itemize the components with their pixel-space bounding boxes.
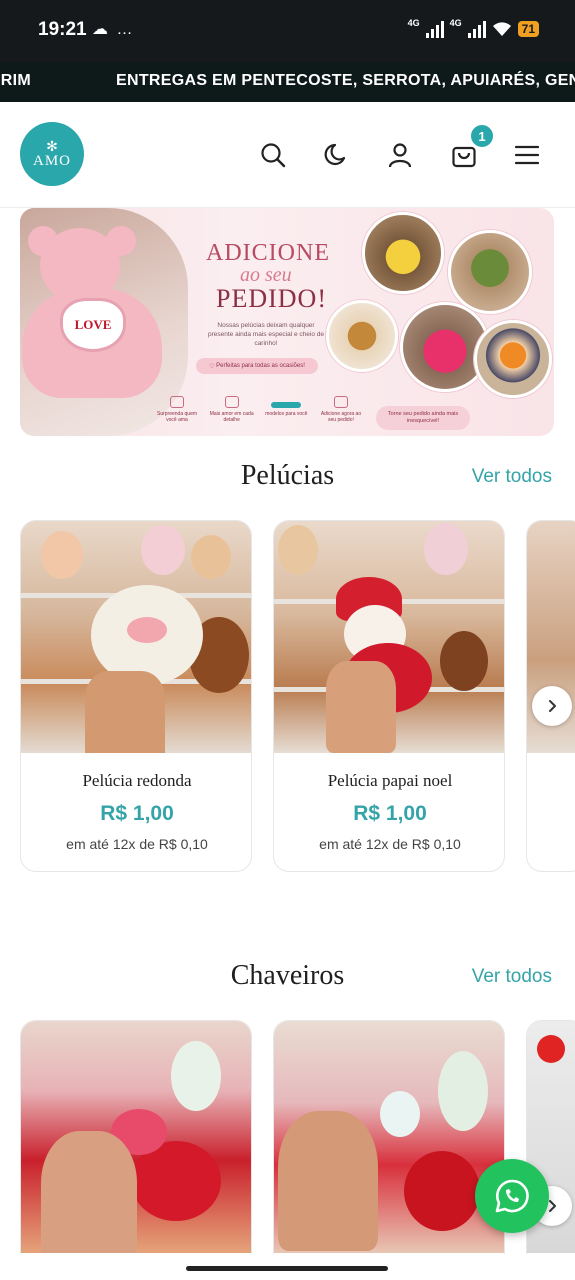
status-time: 19:21 bbox=[38, 19, 87, 40]
cart-count-badge: 1 bbox=[469, 123, 495, 149]
product-name: Pelúcia redonda bbox=[82, 771, 192, 790]
moon-icon[interactable] bbox=[324, 142, 350, 168]
product-card[interactable]: Pelúcia redonda R$ 1,00 em até 12x de R$… bbox=[20, 520, 252, 872]
menu-icon[interactable] bbox=[514, 142, 540, 168]
site-header: ✻ AMO 1 bbox=[0, 102, 575, 208]
product-installments: em até 12x de R$ 0,10 bbox=[66, 836, 208, 852]
banner-description: Nossas pelúcias deixam qualquer presente… bbox=[208, 322, 324, 347]
promo-banner[interactable]: LOVE ADICIONE ao seu PEDIDO! Nossas pelú… bbox=[20, 208, 554, 436]
dog-plush-image bbox=[326, 300, 398, 372]
whatsapp-icon bbox=[495, 1179, 529, 1213]
store-logo[interactable]: ✻ AMO bbox=[20, 122, 84, 186]
search-icon[interactable] bbox=[260, 142, 286, 168]
status-right: 4G 4G 71 bbox=[408, 18, 539, 38]
marquee-text: ENTREGAS EM PENTECOSTE, SERROTA, APUIARÉ… bbox=[116, 72, 575, 89]
heart-icon bbox=[224, 396, 239, 408]
marquee-fragment: IRIM bbox=[0, 72, 31, 89]
logo-text: AMO bbox=[32, 152, 71, 169]
snowflake-icon: ✻ bbox=[46, 137, 58, 154]
product-installments: em até 12x de R$ 0,10 bbox=[319, 836, 461, 852]
user-icon[interactable] bbox=[387, 142, 413, 168]
see-all-chaveiros-link[interactable]: Ver todos bbox=[472, 966, 552, 988]
feature-gift: Surpreenda quem você ama bbox=[154, 396, 200, 423]
product-image bbox=[274, 521, 504, 753]
cart-small-icon bbox=[333, 396, 348, 408]
product-image bbox=[274, 1021, 504, 1253]
wifi-icon bbox=[492, 22, 511, 36]
product-card[interactable] bbox=[20, 1020, 252, 1280]
product-card[interactable]: Pelúcia papai noel R$ 1,00 em até 12x de… bbox=[273, 520, 505, 872]
banner-title-3: PEDIDO! bbox=[216, 284, 327, 313]
product-card[interactable] bbox=[273, 1020, 505, 1280]
turtle-plush-image bbox=[448, 230, 532, 314]
feature-heart: Mais amor em cada detalhe bbox=[209, 396, 255, 423]
feature-cart: Adicione agora ao seu pedido! bbox=[318, 396, 364, 423]
product-price: R$ 1,00 bbox=[353, 802, 427, 825]
product-image bbox=[21, 1021, 251, 1253]
product-name: Pelúcia papai noel bbox=[327, 771, 453, 790]
battery-icon: 71 bbox=[517, 21, 539, 37]
bear-heart-label: LOVE bbox=[60, 298, 126, 352]
product-image bbox=[21, 521, 251, 753]
see-all-pelucias-link[interactable]: Ver todos bbox=[472, 466, 552, 488]
banner-title-1: ADICIONE bbox=[206, 240, 330, 266]
banner-cta: Torne seu pedido ainda mais inesquecível… bbox=[376, 406, 470, 430]
feature-models: modelos para você bbox=[263, 396, 309, 423]
naruto-plush-image bbox=[474, 320, 552, 398]
signal-icon-2: 4G bbox=[450, 18, 486, 38]
pooh-plush-image bbox=[362, 212, 444, 294]
status-bar: 19:21 ☁ … 4G 4G 71 bbox=[0, 0, 575, 62]
product-price: R$ 1,00 bbox=[100, 802, 174, 825]
banner-features: Surpreenda quem você ama Mais amor em ca… bbox=[154, 396, 364, 423]
banner-pill: ♡ Perfeitas para todas as ocasiões! bbox=[196, 358, 318, 374]
gift-icon bbox=[170, 396, 184, 408]
home-indicator[interactable] bbox=[186, 1266, 388, 1271]
whatsapp-button[interactable] bbox=[475, 1159, 549, 1233]
bear-icon bbox=[271, 402, 302, 408]
carousel-next-button[interactable] bbox=[532, 686, 572, 726]
notification-icons: ☁ … bbox=[92, 21, 135, 38]
product-card-partial[interactable] bbox=[526, 1020, 575, 1280]
announcement-marquee: IRIM ENTREGAS EM PENTECOSTE, SERROTA, AP… bbox=[0, 62, 575, 102]
chevron-right-icon bbox=[549, 700, 556, 712]
signal-icon: 4G bbox=[408, 18, 444, 38]
